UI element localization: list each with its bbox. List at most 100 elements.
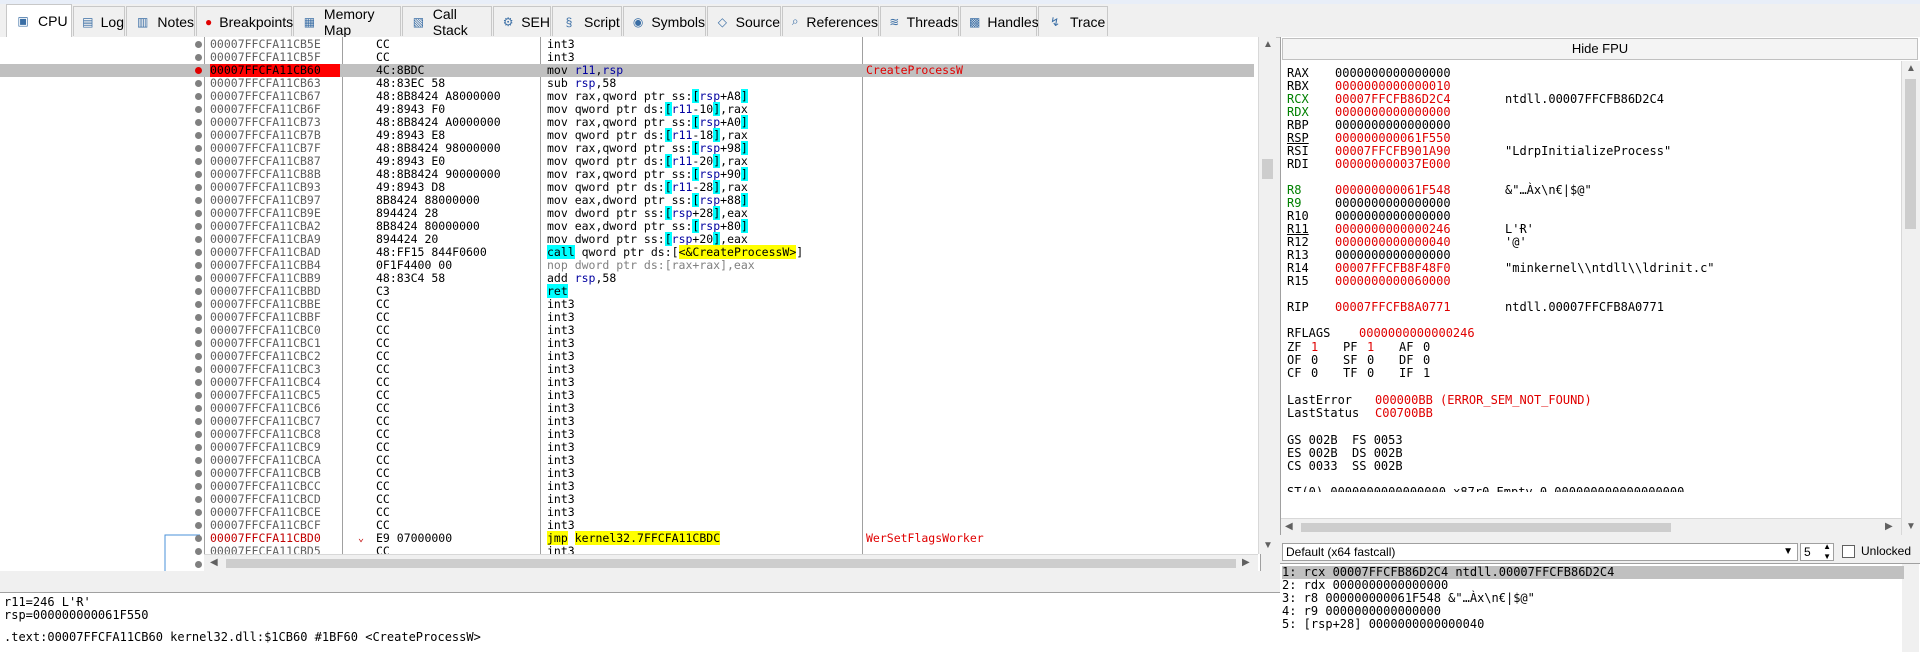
breakpoint-dot-icon[interactable] (195, 236, 202, 243)
register-hscrollbar[interactable]: ◀ ▶ (1281, 518, 1901, 536)
breakpoint-dot-icon[interactable] (195, 418, 202, 425)
tab-threads[interactable]: ≋ Threads (880, 6, 959, 36)
hide-fpu-button[interactable]: Hide FPU (1282, 38, 1918, 60)
tab-trace[interactable]: ↯ Trace (1038, 6, 1108, 36)
disasm-row[interactable]: 00007FFCFA11CB5F CC int3 (0, 51, 1254, 64)
disasm-row[interactable]: 00007FFCFA11CBB4 0F1F4400 00 nop dword ptr… (0, 259, 1254, 272)
stepper-arrows-icon[interactable]: ▲ ▼ (1823, 542, 1831, 562)
register-vscrollbar[interactable]: ▲ ▼ (1901, 61, 1920, 535)
disasm-row[interactable]: 00007FFCFA11CBC7 CC int3 (0, 415, 1254, 428)
breakpoint-dot-icon[interactable] (195, 548, 202, 555)
disasm-row[interactable]: 00007FFCFA11CBC8 CC int3 (0, 428, 1254, 441)
tab-memory-map[interactable]: ▦ Memory Map (293, 6, 401, 38)
breakpoint-dot-icon[interactable] (195, 509, 202, 516)
scroll-left-icon[interactable]: ◀ (1285, 521, 1293, 532)
chevron-down-icon[interactable]: ▼ (1783, 544, 1793, 560)
breakpoint-dot-icon[interactable] (195, 275, 202, 282)
disasm-row[interactable]: 00007FFCFA11CBCE CC int3 (0, 506, 1254, 519)
register-value[interactable]: 00007FFCFB8A0771 (1335, 301, 1451, 314)
tab-script[interactable]: § Script (552, 6, 622, 36)
breakpoint-dot-icon[interactable] (195, 431, 202, 438)
disasm-row[interactable]: 00007FFCFA11CB60 4C:8BDC mov r11,rsp Create… (0, 64, 1254, 77)
breakpoint-dot-icon[interactable] (195, 405, 202, 412)
rflags-value[interactable]: 0000000000000246 (1359, 327, 1475, 340)
breakpoint-dot-icon[interactable] (195, 483, 202, 490)
breakpoint-dot-icon[interactable] (195, 444, 202, 451)
breakpoint-dot-icon[interactable] (195, 470, 202, 477)
breakpoint-dot-icon[interactable] (195, 496, 202, 503)
scroll-thumb[interactable] (1301, 523, 1671, 532)
flag-value[interactable]: 0 (1367, 367, 1374, 380)
breakpoint-dot-icon[interactable] (195, 522, 202, 529)
breakpoint-dot-icon[interactable] (195, 327, 202, 334)
register-value[interactable]: 0000000000060000 (1335, 275, 1451, 288)
argument-row[interactable]: 5: [rsp+28] 0000000000000040 (1282, 618, 1904, 631)
breakpoint-dot-icon[interactable] (195, 93, 202, 100)
breakpoint-dot-icon[interactable] (195, 223, 202, 230)
disasm-row[interactable]: 00007FFCFA11CBB9 48:83C4 58 add rsp,58 (0, 272, 1254, 285)
breakpoint-dot-icon[interactable] (195, 457, 202, 464)
scroll-down-icon[interactable]: ▼ (1906, 521, 1916, 532)
breakpoint-dot-icon[interactable] (195, 340, 202, 347)
tab-cpu[interactable]: ▣ CPU (6, 4, 72, 37)
lasterror-row[interactable]: LastError 000000BB (ERROR_SEM_NOT_FOUND) (1287, 394, 1787, 407)
breakpoint-dot-icon[interactable] (195, 535, 202, 542)
tab-call-stack[interactable]: ▧ Call Stack (402, 6, 492, 38)
scroll-thumb[interactable] (1262, 159, 1273, 179)
disasm-row[interactable]: 00007FFCFA11CBD0 ⌄ E9 07000000 jmp kernel32… (0, 531, 1254, 545)
breakpoint-dot-icon[interactable] (195, 353, 202, 360)
disasm-row[interactable]: 00007FFCFA11CBCA CC int3 (0, 454, 1254, 467)
breakpoint-dot-icon[interactable] (195, 145, 202, 152)
scroll-right-icon[interactable]: ▶ (1242, 557, 1250, 568)
flag-value[interactable]: 0 (1311, 367, 1318, 380)
breakpoint-dot-icon[interactable] (195, 158, 202, 165)
disasm-row[interactable]: 00007FFCFA11CBC4 CC int3 (0, 376, 1254, 389)
scroll-up-icon[interactable]: ▲ (1263, 39, 1273, 50)
scroll-left-icon[interactable]: ◀ (210, 557, 218, 568)
breakpoint-dot-icon[interactable] (195, 392, 202, 399)
disasm-row[interactable]: 00007FFCFA11CBC3 CC int3 (0, 363, 1254, 376)
breakpoint-dot-icon[interactable] (195, 106, 202, 113)
breakpoint-dot-icon[interactable] (195, 54, 202, 61)
flag-value[interactable]: 1 (1423, 367, 1430, 380)
disasm-row[interactable]: 00007FFCFA11CBBD C3 ret (0, 284, 1254, 298)
breakpoint-dot-icon[interactable] (195, 301, 202, 308)
tab-breakpoints[interactable]: ● Breakpoints (196, 6, 293, 36)
scroll-right-icon[interactable]: ▶ (1885, 521, 1893, 532)
disasm-row[interactable]: 00007FFCFA11CBC1 CC int3 (0, 337, 1254, 350)
disasm-row[interactable]: 00007FFCFA11CBC2 CC int3 (0, 350, 1254, 363)
disasm-row[interactable]: 00007FFCFA11CBC6 CC int3 (0, 402, 1254, 415)
breakpoint-dot-icon[interactable] (195, 184, 202, 191)
breakpoint-dot-icon[interactable] (195, 67, 202, 74)
disasm-row[interactable]: 00007FFCFA11CBCC CC int3 (0, 480, 1254, 493)
breakpoint-dot-icon[interactable] (195, 249, 202, 256)
breakpoint-dot-icon[interactable] (195, 41, 202, 48)
breakpoint-dot-icon[interactable] (195, 314, 202, 321)
breakpoint-dot-icon[interactable] (195, 132, 202, 139)
breakpoint-dot-icon[interactable] (195, 262, 202, 269)
scroll-thumb[interactable] (1905, 79, 1916, 229)
argument-count-stepper[interactable]: 5 ▲ ▼ (1800, 542, 1834, 562)
disasm-row[interactable]: 00007FFCFA11CBBF CC int3 (0, 311, 1254, 324)
tab-source[interactable]: ◇ Source (707, 6, 781, 36)
tab-seh[interactable]: ⚙ SEH (493, 6, 551, 36)
breakpoint-dot-icon[interactable] (195, 379, 202, 386)
scroll-up-icon[interactable]: ▲ (1906, 63, 1916, 74)
disasm-row[interactable]: 00007FFCFA11CB5E CC int3 (0, 38, 1254, 51)
fpu-st-row[interactable]: ST(0) 0000000000000000 x87r0 Empty 0.000… (1287, 486, 1867, 492)
breakpoint-dot-icon[interactable] (195, 210, 202, 217)
breakpoint-dot-icon[interactable] (195, 288, 202, 295)
tab-handles[interactable]: ▩ Handles (960, 6, 1039, 36)
disasm-row[interactable]: 00007FFCFA11CBBE CC int3 (0, 298, 1254, 311)
breakpoint-dot-icon[interactable] (195, 197, 202, 204)
disassembly-view[interactable]: 00007FFCFA11CB5E CC int3 00007FFCFA11CB5F CC… (0, 37, 1276, 572)
scroll-thumb[interactable] (226, 559, 1236, 568)
arguments-list[interactable]: 1: rcx 00007FFCFB86D2C4 ntdll.00007FFCFB… (1280, 563, 1920, 653)
calling-convention-select[interactable]: Default (x64 fastcall) ▼ (1282, 543, 1798, 561)
disasm-row[interactable]: 00007FFCFA11CBC9 CC int3 (0, 441, 1254, 454)
unlocked-checkbox[interactable] (1842, 545, 1855, 558)
disasm-row[interactable]: 00007FFCFA11CBC5 CC int3 (0, 389, 1254, 402)
tab-log[interactable]: ▤ Log (73, 6, 125, 36)
tab-notes[interactable]: ▥ Notes (126, 6, 195, 36)
laststatus-value[interactable]: C00700BB (1375, 407, 1433, 420)
